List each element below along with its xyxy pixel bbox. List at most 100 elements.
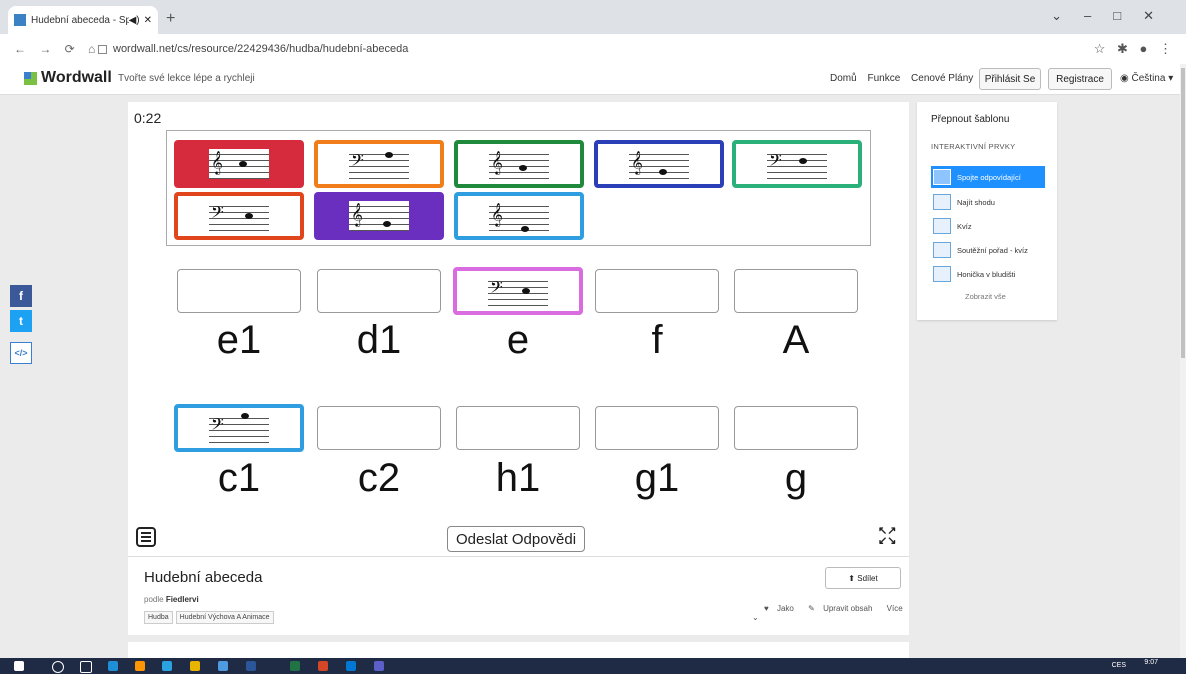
teams-icon[interactable] [374, 661, 384, 671]
show-all-link[interactable]: Zobrazit vše [965, 292, 1006, 301]
tagline: Tvořte své lekce lépe a rychleji [118, 73, 255, 84]
placed-note-card[interactable]: 𝄢 [174, 404, 304, 452]
window-controls[interactable]: ⌄–□✕ [1051, 8, 1176, 24]
tag-item[interactable]: Hudba [144, 611, 173, 624]
template-label: Honička v bludišti [957, 269, 1016, 279]
template-gameshow-quiz[interactable]: Soutěžní pořad - kvíz [931, 239, 1045, 261]
drop-slot[interactable] [317, 269, 441, 313]
note-name-label: c2 [357, 456, 401, 500]
register-button[interactable]: Registrace [1048, 68, 1112, 90]
draggable-note-card[interactable]: 𝄞 [314, 192, 444, 240]
excel-icon[interactable] [290, 661, 300, 671]
draggable-note-card[interactable]: 𝄢 [174, 192, 304, 240]
note-name-label: e1 [216, 318, 262, 362]
template-find-match[interactable]: Najít shodu [931, 191, 1045, 213]
template-label: Spojte odpovídající [957, 172, 1021, 182]
task-view-icon[interactable] [80, 661, 92, 673]
new-tab-icon[interactable]: + [166, 10, 175, 28]
powerpoint-icon[interactable] [318, 661, 328, 671]
nav-pricing[interactable]: Cenové Plány [911, 73, 973, 84]
music-staff-icon: 𝄢 [488, 276, 548, 306]
input-language[interactable]: CES [1112, 662, 1126, 669]
browser-extension-icons[interactable]: ☆ ✱ ● ⋮ [1094, 41, 1172, 57]
close-tab-icon[interactable]: ✕ [144, 15, 152, 26]
page-scrollbar[interactable] [1180, 64, 1186, 658]
author-line: podle Fiedlervi [144, 595, 199, 604]
treble-clef-icon: 𝄞 [631, 150, 643, 174]
draggable-note-card[interactable]: 𝄞 [174, 140, 304, 188]
music-staff-icon: 𝄞 [209, 149, 269, 179]
treble-clef-icon: 𝄞 [491, 150, 503, 174]
timer: 0:22 [134, 110, 162, 126]
audio-icon[interactable]: ◀) [129, 15, 140, 26]
language-label: Čeština [1131, 73, 1166, 84]
author-name[interactable]: Fiedlervi [166, 595, 199, 604]
more-label: Více [886, 604, 903, 613]
template-match-up[interactable]: Spojte odpovídající [931, 166, 1045, 188]
os-taskbar: CES 9:07 [0, 658, 1186, 674]
drop-slot[interactable] [734, 406, 858, 450]
draggable-note-card[interactable]: 𝄞 [454, 140, 584, 188]
note-name-label: h1 [495, 456, 541, 500]
treble-clef-icon: 𝄞 [211, 150, 223, 174]
share-button[interactable]: ⬆ Sdílet [825, 567, 901, 589]
nav-home[interactable]: Domů [830, 73, 857, 84]
activity-title: Hudební abeceda [144, 569, 263, 586]
embed-code-icon[interactable]: </> [10, 342, 32, 364]
note-icon [522, 288, 530, 294]
like-button[interactable]: ♥ Jako [758, 604, 794, 613]
facebook-share-icon[interactable]: f [10, 285, 32, 307]
drop-slot[interactable] [317, 406, 441, 450]
drop-slot[interactable] [595, 269, 719, 313]
music-staff-icon: 𝄞 [489, 149, 549, 179]
maze-chase-icon [933, 266, 951, 282]
heart-icon: ♥ [764, 604, 771, 613]
search-icon[interactable] [52, 661, 64, 673]
placed-note-card[interactable]: 𝄢 [453, 267, 583, 315]
word-icon[interactable] [246, 661, 256, 671]
start-icon[interactable] [14, 661, 24, 671]
drop-slot[interactable] [734, 269, 858, 313]
menu-icon[interactable] [136, 527, 156, 547]
note-name-label: f [651, 318, 663, 362]
note-icon [239, 161, 247, 167]
url-field[interactable]: wordwall.net/cs/resource/22429436/hudba/… [98, 43, 408, 55]
note-icon [383, 221, 391, 227]
draggable-note-card[interactable]: 𝄢 [732, 140, 862, 188]
login-button[interactable]: Přihlásit Se [979, 68, 1041, 90]
tag-list: Hudba Hudební Výchova A Animace [144, 611, 274, 624]
drop-slot[interactable] [456, 406, 580, 450]
template-label: Kvíz [957, 221, 972, 231]
treble-clef-icon: 𝄞 [491, 202, 503, 226]
twitter-share-icon[interactable]: t [10, 310, 32, 332]
draggable-note-card[interactable]: 𝄞 [454, 192, 584, 240]
navigation-icons[interactable]: ← → ⟳ ⌂ [14, 42, 95, 56]
chrome-icon[interactable] [190, 661, 200, 671]
nav-features[interactable]: Funkce [867, 73, 900, 84]
note-name-label: c1 [217, 456, 261, 500]
language-selector[interactable]: ◉ Čeština ▾ [1120, 73, 1173, 84]
outlook-icon[interactable] [346, 661, 356, 671]
drop-slot[interactable] [177, 269, 301, 313]
logo-text: Wordwall [41, 69, 112, 86]
edge-icon[interactable] [108, 661, 118, 671]
note-name-label: g1 [634, 456, 680, 500]
fullscreen-icon[interactable]: ↖↗ ↙↘ [878, 526, 896, 547]
template-maze-chase[interactable]: Honička v bludišti [931, 263, 1045, 285]
draggable-note-card[interactable]: 𝄞 [594, 140, 724, 188]
draggable-note-card[interactable]: 𝄢 [314, 140, 444, 188]
pencil-icon: ✎ [808, 604, 818, 613]
app-icon[interactable] [162, 661, 172, 671]
ie-icon[interactable] [218, 661, 228, 671]
template-heading: Přepnout šablonu [931, 114, 1010, 125]
clock[interactable]: 9:07 [1144, 659, 1158, 666]
firefox-icon[interactable] [135, 661, 145, 671]
template-quiz[interactable]: Kvíz [931, 215, 1045, 237]
wordwall-logo[interactable]: Wordwall [24, 69, 112, 87]
tag-item[interactable]: Hudební Výchova A Animace [175, 611, 274, 624]
submit-answers-button[interactable]: Odeslat Odpovědi [447, 526, 586, 552]
edit-content-button[interactable]: ✎ Upravit obsah [802, 604, 872, 613]
address-bar: ← → ⟳ ⌂ wordwall.net/cs/resource/2242943… [0, 34, 1186, 65]
drop-slot[interactable] [595, 406, 719, 450]
browser-tab[interactable]: Hudební abeceda - Spojte o ◀) ✕ [8, 6, 158, 34]
